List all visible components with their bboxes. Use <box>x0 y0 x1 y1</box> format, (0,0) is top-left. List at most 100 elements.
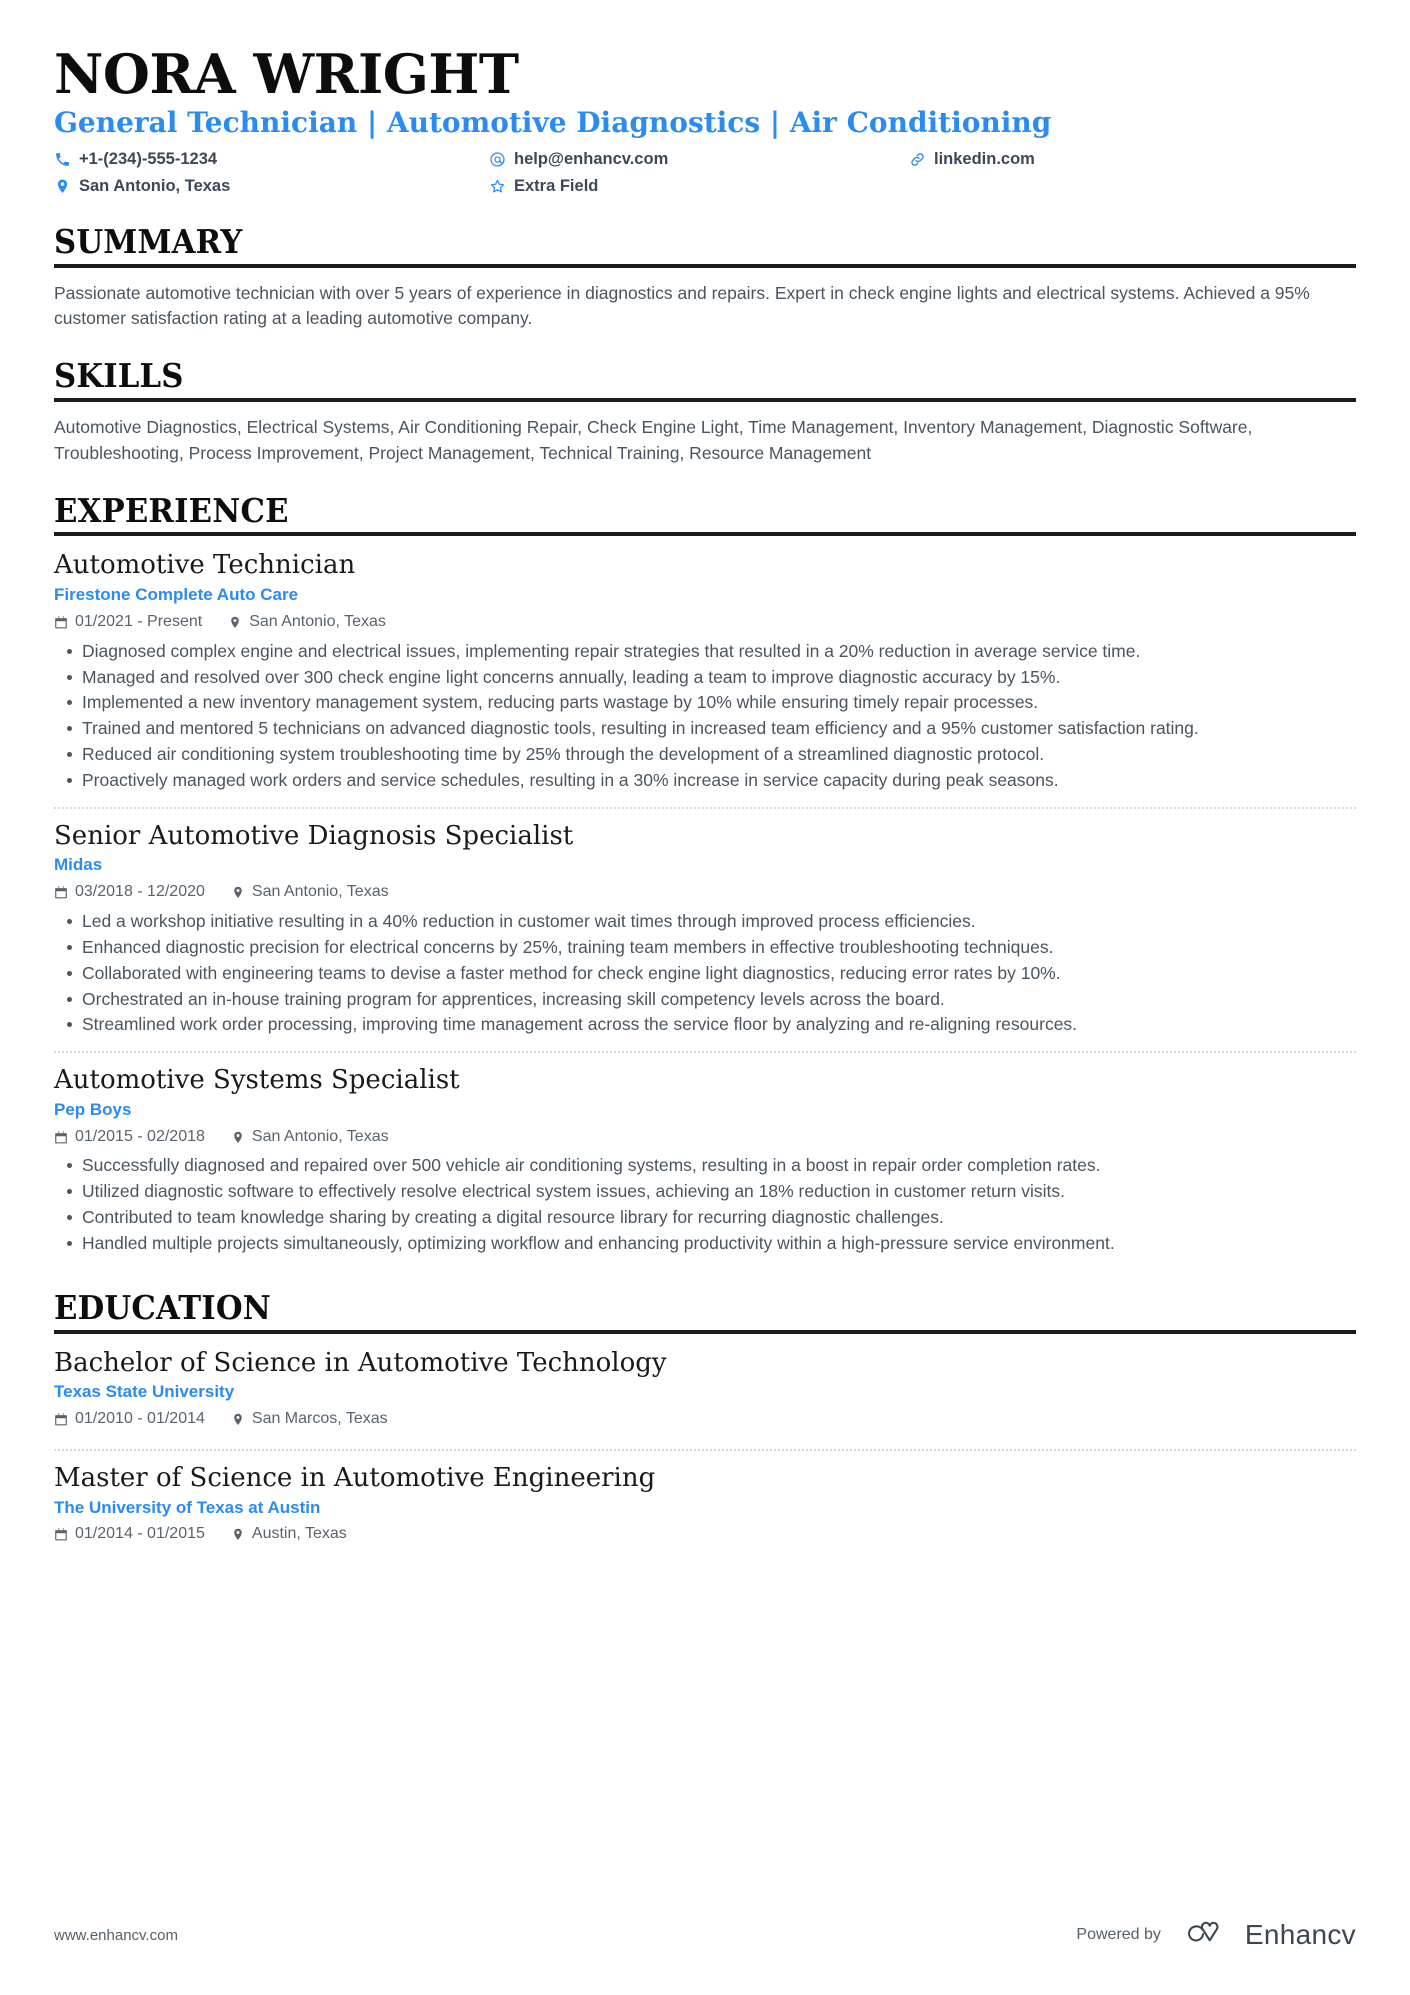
candidate-name: NORA WRIGHT <box>54 42 519 106</box>
date-range: 01/2014 - 01/2015 <box>54 1524 205 1545</box>
company-name[interactable]: Pep Boys <box>54 1099 1356 1122</box>
list-item: Reduced air conditioning system troubles… <box>54 742 1356 767</box>
contact-extra-field: Extra Field <box>489 175 909 197</box>
list-item: Proactively managed work orders and serv… <box>54 768 1356 793</box>
entry-meta: 03/2018 - 12/2020 San Antonio, Texas <box>54 882 1356 903</box>
calendar-icon <box>54 1527 68 1542</box>
date-range: 03/2018 - 12/2020 <box>54 882 205 903</box>
section-divider <box>54 532 1356 537</box>
phone-icon <box>54 151 71 168</box>
date-range-text: 01/2021 - Present <box>75 612 203 630</box>
list-item: Implemented a new inventory management s… <box>54 690 1356 715</box>
calendar-icon <box>54 615 68 630</box>
enhancv-mark-icon <box>1187 1921 1219 1942</box>
section-education: EDUCATION Bachelor of Science in Automot… <box>54 1287 1356 1558</box>
degree-title: Master of Science in Automotive Engineer… <box>54 1463 656 1493</box>
entry-meta: 01/2015 - 02/2018 San Antonio, Texas <box>54 1127 1356 1148</box>
resume-page: NORA WRIGHT General Technician | Automot… <box>0 0 1410 1995</box>
list-item: Enhanced diagnostic precision for electr… <box>54 935 1356 960</box>
job-location-text: San Antonio, Texas <box>251 1127 389 1145</box>
location-icon <box>54 178 71 195</box>
section-education-title: EDUCATION <box>54 1287 271 1327</box>
job-location: San Antonio, Texas <box>231 1127 389 1148</box>
contact-location: San Antonio, Texas <box>54 175 489 197</box>
location-icon <box>228 615 242 630</box>
footer-brand-area: Powered by Enhancv <box>1076 1919 1356 1951</box>
contact-linkedin-text: linkedin.com <box>934 150 1035 169</box>
powered-by-label: Powered by <box>1076 1926 1161 1943</box>
enhancv-wordmark: Enhancv <box>1244 1919 1356 1950</box>
section-divider <box>54 398 1356 403</box>
job-title: Senior Automotive Diagnosis Specialist <box>54 820 574 851</box>
link-icon <box>909 151 926 168</box>
list-item: Handled multiple projects simultaneously… <box>54 1231 1356 1256</box>
contact-phone[interactable]: +1-(234)-555-1234 <box>54 148 489 170</box>
school-location: Austin, Texas <box>231 1524 347 1545</box>
footer-website-url[interactable]: www.enhancv.com <box>54 1927 178 1944</box>
location-icon <box>231 1527 245 1542</box>
job-location-text: San Antonio, Texas <box>251 883 389 901</box>
list-item: Successfully diagnosed and repaired over… <box>54 1153 1356 1178</box>
location-icon <box>231 885 245 900</box>
entry-meta: 01/2014 - 01/2015 Austin, Texas <box>54 1524 1356 1545</box>
section-summary-title: SUMMARY <box>54 221 243 261</box>
school-name[interactable]: The University of Texas at Austin <box>54 1497 1356 1520</box>
date-range-text: 01/2014 - 01/2015 <box>75 1525 205 1543</box>
experience-entry: Automotive Systems Specialist Pep Boys 0… <box>54 1051 1356 1264</box>
school-name[interactable]: Texas State University <box>54 1381 1356 1404</box>
list-item: Utilized diagnostic software to effectiv… <box>54 1179 1356 1204</box>
section-summary: SUMMARY Passionate automotive technician… <box>54 221 1356 332</box>
school-location: San Marcos, Texas <box>231 1409 388 1430</box>
company-name[interactable]: Midas <box>54 854 1356 877</box>
experience-entry: Automotive Technician Firestone Complete… <box>54 549 1356 800</box>
degree-title: Bachelor of Science in Automotive Techno… <box>54 1347 667 1378</box>
job-location: San Antonio, Texas <box>228 612 386 633</box>
education-entries: Bachelor of Science in Automotive Techno… <box>54 1347 1356 1558</box>
candidate-headline: General Technician | Automotive Diagnost… <box>54 106 1052 140</box>
education-entry: Bachelor of Science in Automotive Techno… <box>54 1347 1356 1443</box>
school-location-text: San Marcos, Texas <box>251 1410 388 1428</box>
list-item: Streamlined work order processing, impro… <box>54 1012 1356 1037</box>
job-title: Automotive Systems Specialist <box>54 1065 460 1096</box>
list-item: Led a workshop initiative resulting in a… <box>54 909 1356 934</box>
enhancv-logo[interactable]: Enhancv <box>1180 1919 1356 1951</box>
section-divider <box>54 263 1356 268</box>
experience-entry: Senior Automotive Diagnosis Specialist M… <box>54 806 1356 1045</box>
entry-meta: 01/2021 - Present San Antonio, Texas <box>54 612 1356 633</box>
list-item: Trained and mentored 5 technicians on ad… <box>54 716 1356 741</box>
contact-info-grid: +1-(234)-555-1234 help@enhancv.com linke… <box>54 148 1356 198</box>
date-range: 01/2010 - 01/2014 <box>54 1409 205 1430</box>
location-icon <box>231 1130 245 1145</box>
date-range: 01/2021 - Present <box>54 612 202 633</box>
achievement-list: Led a workshop initiative resulting in a… <box>54 909 1356 1037</box>
section-skills-title: SKILLS <box>54 356 184 396</box>
resume-header: NORA WRIGHT General Technician | Automot… <box>54 46 1356 198</box>
calendar-icon <box>54 885 68 900</box>
section-experience-title: EXPERIENCE <box>54 490 289 530</box>
company-name[interactable]: Firestone Complete Auto Care <box>54 584 1356 607</box>
calendar-icon <box>54 1412 68 1427</box>
page-footer: www.enhancv.com Powered by Enhancv <box>54 1919 1356 1951</box>
entry-meta: 01/2010 - 01/2014 San Marcos, Texas <box>54 1409 1356 1430</box>
email-icon <box>489 151 506 168</box>
achievement-list: Diagnosed complex engine and electrical … <box>54 639 1356 793</box>
list-item: Diagnosed complex engine and electrical … <box>54 639 1356 664</box>
job-location-text: San Antonio, Texas <box>249 612 386 630</box>
date-range: 01/2015 - 02/2018 <box>54 1127 205 1148</box>
section-divider <box>54 1329 1356 1334</box>
job-location: San Antonio, Texas <box>231 882 389 903</box>
experience-entries: Automotive Technician Firestone Complete… <box>54 549 1356 1263</box>
list-item: Orchestrated an in-house training progra… <box>54 987 1356 1012</box>
contact-linkedin[interactable]: linkedin.com <box>909 148 1356 170</box>
school-location-text: Austin, Texas <box>251 1525 347 1543</box>
list-item: Managed and resolved over 300 check engi… <box>54 665 1356 690</box>
contact-email-text: help@enhancv.com <box>514 150 669 169</box>
star-icon <box>489 178 506 195</box>
date-range-text: 01/2010 - 01/2014 <box>75 1410 205 1428</box>
contact-email[interactable]: help@enhancv.com <box>489 148 909 170</box>
date-range-text: 03/2018 - 12/2020 <box>75 883 205 901</box>
section-skills: SKILLS Automotive Diagnostics, Electrica… <box>54 356 1356 466</box>
education-entry: Master of Science in Automotive Engineer… <box>54 1449 1356 1558</box>
date-range-text: 01/2015 - 02/2018 <box>75 1127 205 1145</box>
contact-location-text: San Antonio, Texas <box>79 177 231 196</box>
